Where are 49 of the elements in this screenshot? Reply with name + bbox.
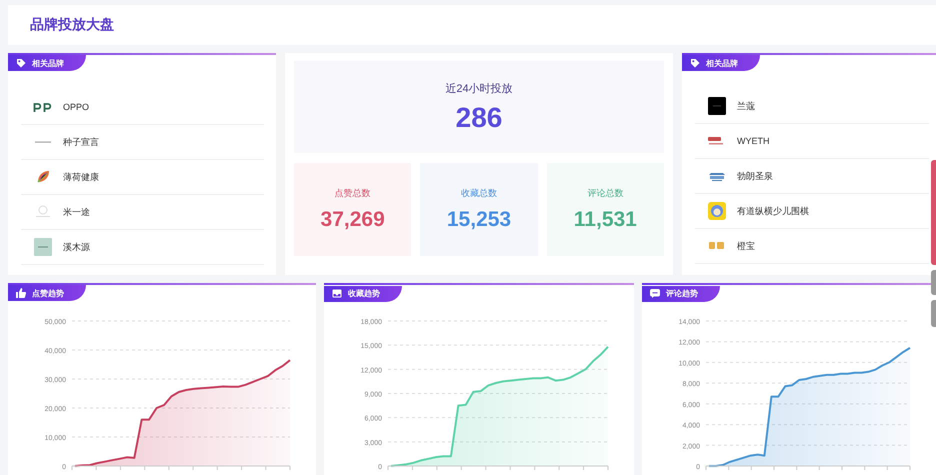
brand-item[interactable]: 溪木源 bbox=[21, 230, 264, 265]
tag-icon bbox=[690, 58, 700, 68]
section-title: 相关品牌 bbox=[706, 58, 738, 68]
brand-name: OPPO bbox=[63, 102, 90, 112]
brand-item[interactable]: 米一途 bbox=[21, 195, 264, 230]
brand-item[interactable]: 种子宣言 bbox=[21, 125, 264, 160]
logo-icon bbox=[708, 97, 726, 115]
section-title: 评论趋势 bbox=[666, 288, 698, 299]
logo-icon bbox=[708, 240, 726, 252]
brand-item[interactable]: 兰蔻 bbox=[695, 89, 929, 124]
brand-name: 溪木源 bbox=[63, 240, 90, 254]
stat-value: 15,253 bbox=[446, 208, 512, 232]
logo-icon bbox=[34, 238, 52, 256]
brand-item[interactable]: OPPO bbox=[21, 90, 264, 125]
stat-label: 点赞总数 bbox=[334, 187, 371, 200]
brand-name: 有道纵横少儿围棋 bbox=[737, 204, 809, 218]
stat-label: 收藏总数 bbox=[460, 187, 497, 200]
thumbs-up-icon bbox=[16, 288, 26, 298]
logo-icon bbox=[708, 135, 726, 147]
page-title: 品牌投放大盘 bbox=[30, 16, 114, 34]
tag-icon bbox=[16, 58, 26, 68]
logo-icon bbox=[34, 139, 52, 145]
tray-icon bbox=[332, 289, 342, 298]
brand-item[interactable]: 薄荷健康 bbox=[21, 160, 264, 195]
section-title: 点赞趋势 bbox=[32, 288, 64, 298]
brand-item[interactable]: 有道纵横少儿围棋 bbox=[695, 194, 929, 229]
brand-name: 薄荷健康 bbox=[63, 170, 99, 184]
brand-item[interactable]: WYETH bbox=[695, 124, 929, 159]
leaf-logo-icon bbox=[35, 169, 51, 185]
brand-item[interactable]: 橙宝 bbox=[695, 229, 929, 264]
brand-name: 勃朗圣泉 bbox=[737, 170, 773, 182]
logo-icon bbox=[708, 202, 726, 220]
logo-icon bbox=[33, 101, 53, 113]
brand-name: 米一途 bbox=[63, 206, 90, 218]
chat-icon bbox=[650, 289, 660, 298]
stat-value: 37,269 bbox=[320, 208, 385, 232]
brand-item[interactable]: 勃朗圣泉 bbox=[695, 159, 929, 194]
brand-name: 橙宝 bbox=[737, 240, 755, 252]
section-title: 收藏趋势 bbox=[348, 288, 380, 299]
side-tab[interactable] bbox=[931, 270, 936, 295]
section-title: 相关品牌 bbox=[32, 58, 64, 68]
side-tab[interactable] bbox=[931, 300, 936, 327]
stat-label: 评论总数 bbox=[587, 187, 624, 200]
brand-name: WYETH bbox=[737, 136, 770, 146]
brand-name: 种子宣言 bbox=[63, 136, 99, 148]
summary-label: 近24小时投放 bbox=[445, 82, 513, 96]
stat-value: 11,531 bbox=[574, 208, 637, 232]
summary-value: 286 bbox=[456, 102, 502, 134]
brand-name: 兰蔻 bbox=[737, 100, 755, 112]
